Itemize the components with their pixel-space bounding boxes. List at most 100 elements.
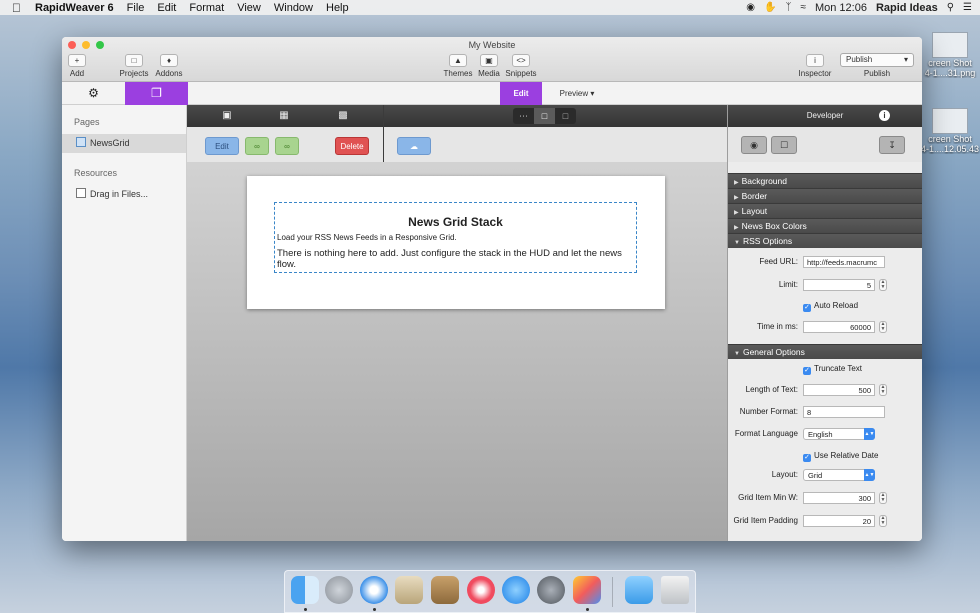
menu-file[interactable]: File [127, 2, 145, 14]
inspector-button[interactable]: i Inspector [797, 54, 833, 78]
folder-icon[interactable] [625, 576, 653, 604]
feed-url-field[interactable]: http://feeds.macrumc [803, 256, 885, 268]
auto-reload-checkbox[interactable]: ✓ Auto Reload [803, 301, 858, 312]
tab-pages[interactable]: ❐ [125, 82, 188, 105]
number-format-field[interactable]: 8 [803, 406, 885, 418]
cube-icon[interactable]: ▣ [221, 110, 233, 121]
checkmark-icon: ✓ [803, 454, 811, 462]
app-store-icon[interactable] [502, 576, 530, 604]
tab-edit[interactable]: Edit [500, 82, 542, 105]
eye-icon[interactable]: ◉ [741, 136, 767, 154]
section-label: General Options [742, 347, 805, 357]
section-rss-options[interactable]: ▼ RSS Options [728, 233, 922, 248]
section-layout[interactable]: ▶ Layout [728, 203, 922, 218]
menu-view[interactable]: View [237, 2, 261, 14]
stack-edit-button[interactable]: Edit [205, 137, 239, 155]
limit-field[interactable]: 5 [803, 279, 875, 291]
layout-select[interactable]: Grid ▲▼ [803, 469, 875, 481]
section-news-box-colors[interactable]: ▶ News Box Colors [728, 218, 922, 233]
inspector-top: Developer i ◉ ☐ ↧ [728, 105, 922, 162]
inspector-label: Inspector [798, 69, 832, 78]
sidebar-item-drag-files[interactable]: Drag in Files... [62, 185, 186, 204]
menu-help[interactable]: Help [326, 2, 349, 14]
image-icon[interactable]: ▩ [337, 110, 349, 121]
media-button[interactable]: ▣ Media [476, 54, 502, 78]
desktop-file-screenshot-1[interactable]: creen Shot 4-1....31.png [920, 32, 980, 78]
checkmark-icon: ✓ [803, 304, 811, 312]
launchpad-icon[interactable] [325, 576, 353, 604]
cloud-icon[interactable]: ☁ [397, 137, 431, 155]
padding-stepper[interactable]: ▲ ▼ [879, 515, 887, 527]
time-stepper[interactable]: ▲ ▼ [879, 321, 887, 333]
medium-view-icon[interactable]: □ [534, 108, 555, 124]
time-field[interactable]: 60000 [803, 321, 875, 333]
addons-button[interactable]: ♦ Addons [154, 54, 184, 78]
itunes-icon[interactable] [467, 576, 495, 604]
min-width-stepper[interactable]: ▲ ▼ [879, 492, 887, 504]
rss-options-body: Feed URL: http://feeds.macrumc Limit: 5 … [728, 248, 922, 344]
export-icon[interactable]: ↧ [879, 136, 905, 154]
link-icon[interactable]: ∞ [245, 137, 269, 155]
small-view-icon[interactable]: □ [555, 108, 576, 124]
unlink-icon[interactable]: ∞ [275, 137, 299, 155]
relative-date-checkbox[interactable]: ✓ Use Relative Date [803, 451, 878, 462]
wide-view-icon[interactable]: ⋯ [513, 108, 534, 124]
section-border[interactable]: ▶ Border [728, 188, 922, 203]
info-icon[interactable]: i [879, 110, 890, 121]
status-icon[interactable]: ◉ [746, 2, 755, 13]
spotlight-icon[interactable]: ⚲ [947, 2, 954, 13]
section-background[interactable]: ▶ Background [728, 173, 922, 188]
menu-edit[interactable]: Edit [157, 2, 176, 14]
themes-button[interactable]: ▲ Themes [443, 54, 473, 78]
desktop-file-label: 4-1....12.05.43 [920, 144, 980, 154]
snippets-label: Snippets [505, 69, 537, 78]
add-button[interactable]: + Add [68, 54, 86, 78]
menubar-user[interactable]: Rapid Ideas [876, 2, 938, 14]
section-general-options[interactable]: ▼ General Options [728, 344, 922, 359]
tab-preview[interactable]: Preview ▾ [544, 82, 610, 105]
view-size-segment[interactable]: ⋯ □ □ [513, 108, 576, 124]
truncate-text-checkbox[interactable]: ✓ Truncate Text [803, 364, 862, 375]
dock-separator [612, 577, 613, 607]
snippets-button[interactable]: <> Snippets [504, 54, 538, 78]
publish-label: Publish [863, 69, 891, 78]
limit-stepper[interactable]: ▲ ▼ [879, 279, 887, 291]
news-grid-stack[interactable]: News Grid Stack Load your RSS News Feeds… [274, 202, 637, 273]
menu-window[interactable]: Window [274, 2, 313, 14]
preview-app-icon[interactable] [395, 576, 423, 604]
desktop-file-screenshot-2[interactable]: creen Shot 4-1....12.05.43 [920, 108, 980, 154]
finder-icon[interactable] [291, 576, 319, 604]
system-preferences-icon[interactable] [537, 576, 565, 604]
toolbar-divider [383, 105, 384, 162]
menu-app-name[interactable]: RapidWeaver 6 [35, 2, 114, 14]
rapidweaver-icon[interactable] [573, 576, 601, 604]
padding-field[interactable]: 20 [803, 515, 875, 527]
min-width-field[interactable]: 300 [803, 492, 875, 504]
length-field[interactable]: 500 [803, 384, 875, 396]
trash-icon[interactable] [661, 576, 689, 604]
sidebar-item-newsgrid[interactable]: NewsGrid [62, 134, 186, 153]
tab-settings[interactable]: ⚙ [62, 82, 125, 105]
format-language-label: Format Language [734, 429, 798, 438]
format-language-select[interactable]: English ▲▼ [803, 428, 875, 440]
stack-heading: News Grid Stack [408, 215, 503, 229]
page-icon [76, 137, 86, 147]
lock-icon[interactable]: ☐ [771, 136, 797, 154]
hand-icon[interactable]: ✋ [764, 2, 776, 13]
menubar-clock[interactable]: Mon 12:06 [815, 2, 867, 14]
contacts-icon[interactable] [431, 576, 459, 604]
publish-button[interactable]: Publish ▾ Publish [840, 53, 914, 78]
stack-subheading: Load your RSS News Feeds in a Responsive… [277, 233, 457, 242]
projects-button[interactable]: □ Projects [118, 54, 150, 78]
length-stepper[interactable]: ▲ ▼ [879, 384, 887, 396]
apple-menu-icon[interactable]:  [12, 1, 21, 15]
menu-format[interactable]: Format [189, 2, 224, 14]
delete-button[interactable]: Delete [335, 137, 369, 155]
safari-icon[interactable] [360, 576, 388, 604]
bluetooth-icon[interactable]: ᛉ [785, 2, 791, 13]
limit-label: Limit: [778, 280, 798, 289]
wifi-icon[interactable]: ≈ [800, 2, 806, 13]
publish-dropdown[interactable]: Publish ▾ [840, 53, 914, 67]
layout-icon[interactable]: ▦ [278, 110, 290, 121]
notification-center-icon[interactable]: ☰ [963, 2, 972, 13]
